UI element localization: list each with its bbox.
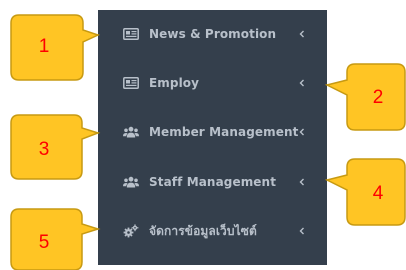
callout-3-shape	[10, 114, 101, 180]
users-icon	[123, 174, 139, 190]
menu-item-label: Staff Management	[149, 175, 277, 189]
menu-item-staff-management[interactable]: Staff Management	[98, 162, 327, 202]
callout-1-number: 1	[38, 36, 50, 57]
cogs-icon	[123, 223, 139, 239]
menu-item-label: News & Promotion	[149, 27, 277, 41]
newspaper-icon	[123, 75, 139, 91]
callout-1-shape	[10, 14, 101, 81]
menu-item-news-promotion[interactable]: News & Promotion	[98, 14, 327, 54]
callout-4-number: 4	[372, 183, 384, 204]
callout-2-number: 2	[372, 87, 384, 108]
menu-item-label: จัดการข้อมูลเว็บไซต์	[149, 223, 257, 238]
callout-3-number: 3	[38, 139, 50, 160]
users-icon	[123, 124, 139, 140]
menu-item-employ[interactable]: Employ	[98, 63, 327, 103]
menu-item-label: Employ	[149, 76, 200, 90]
menu-item-website-data[interactable]: จัดการข้อมูลเว็บไซต์	[98, 211, 327, 251]
newspaper-icon	[123, 26, 139, 42]
callout-4-shape	[324, 158, 406, 226]
stage: News & Promotion Employ Member Managemen…	[0, 0, 406, 270]
callout-2-shape	[324, 63, 406, 131]
chevron-left-icon	[297, 26, 307, 42]
menu-item-label: Member Management	[149, 125, 299, 139]
callout-5-shape	[10, 208, 101, 270]
menu-item-member-management[interactable]: Member Management	[98, 112, 327, 152]
chevron-left-icon	[297, 223, 307, 239]
sidebar-menu: News & Promotion Employ Member Managemen…	[98, 10, 327, 265]
chevron-left-icon	[297, 174, 307, 190]
chevron-left-icon	[297, 124, 307, 140]
callout-5-number: 5	[38, 232, 50, 253]
chevron-left-icon	[297, 75, 307, 91]
